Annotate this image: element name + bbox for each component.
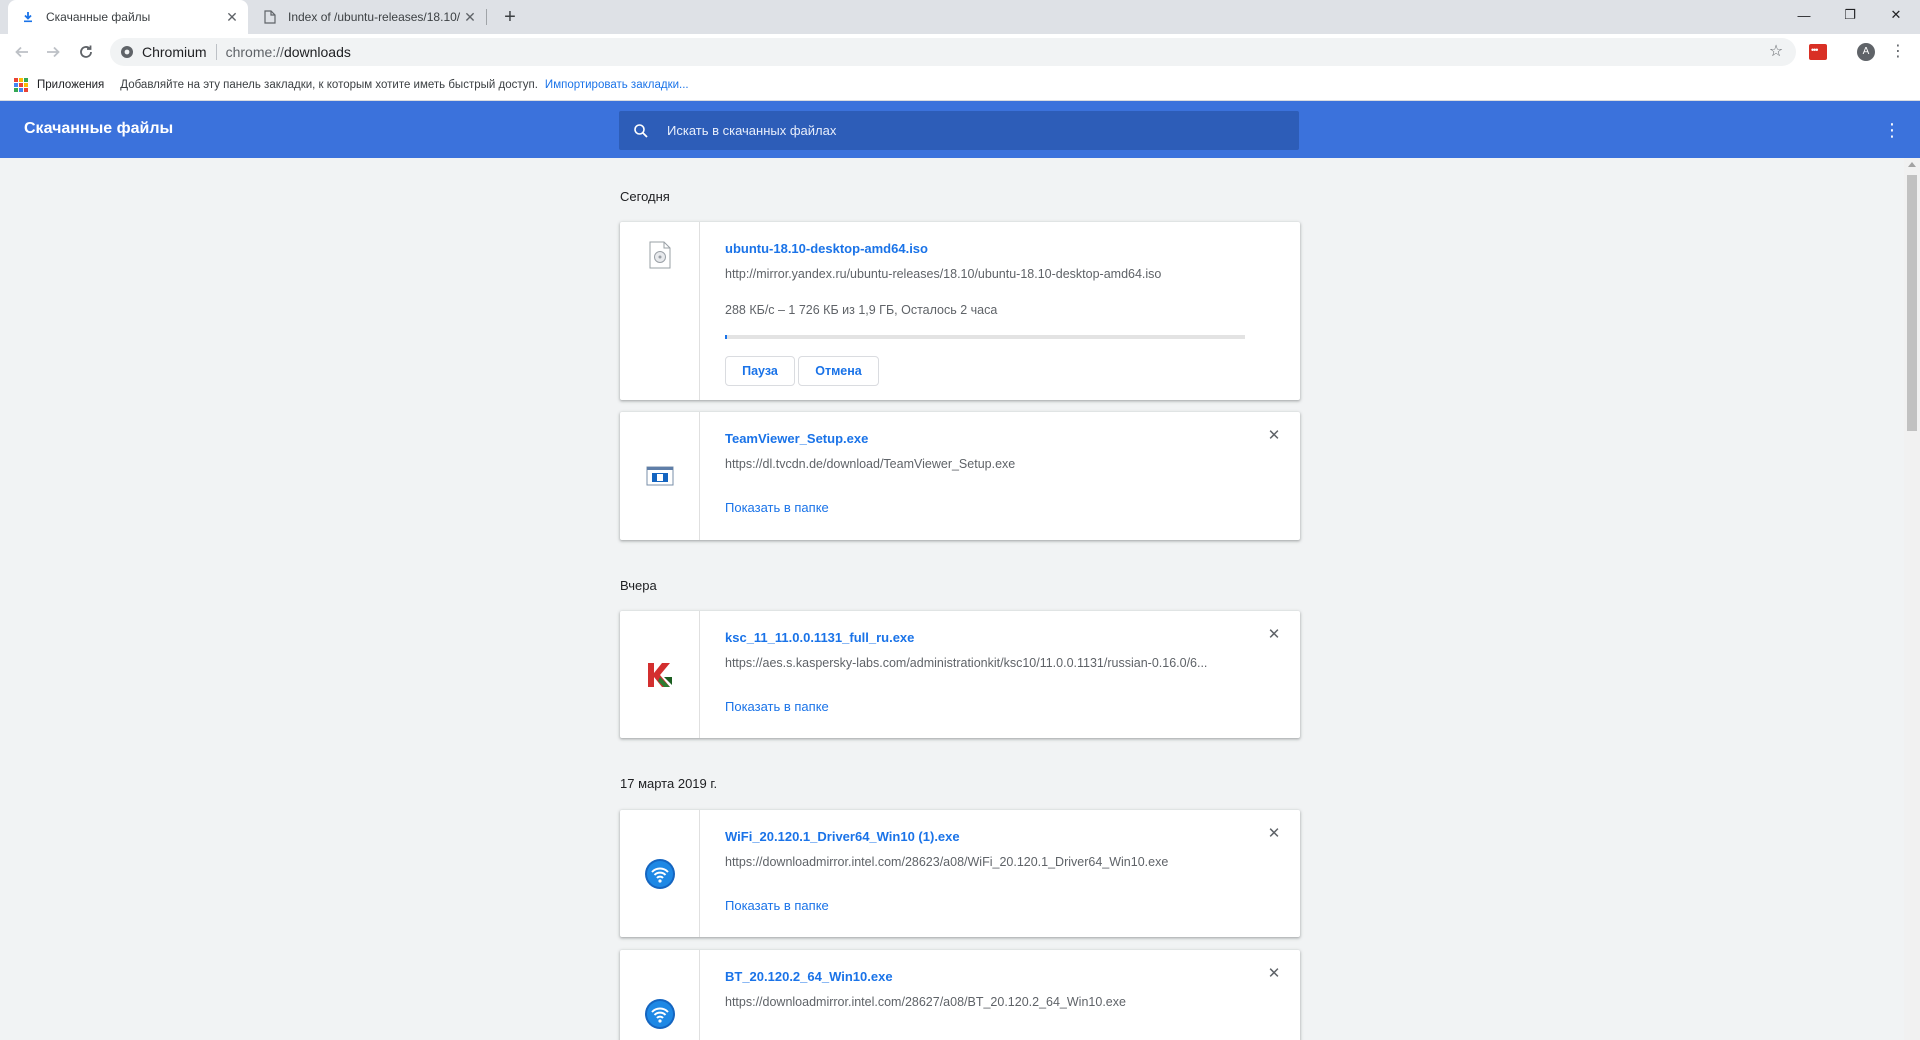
file-url-link[interactable]: https://dl.tvcdn.de/download/TeamViewer_…: [725, 457, 1245, 471]
remove-item-icon[interactable]: ✕: [1266, 966, 1282, 982]
file-name-link[interactable]: ubuntu-18.10-desktop-amd64.iso: [725, 241, 928, 256]
date-group-label: Сегодня: [620, 189, 670, 204]
tab-close-icon[interactable]: ✕: [224, 9, 240, 25]
download-status: 288 КБ/с – 1 726 КБ из 1,9 ГБ, Осталось …: [725, 303, 998, 317]
download-item: WiFi_20.120.1_Driver64_Win10 (1).exe htt…: [620, 810, 1300, 937]
show-in-folder-link[interactable]: Показать в папке: [725, 500, 829, 515]
site-info[interactable]: Chromium: [120, 44, 207, 60]
tab-downloads[interactable]: Скачанные файлы ✕: [8, 0, 248, 34]
new-tab-button[interactable]: +: [498, 5, 522, 29]
reload-button[interactable]: [74, 40, 98, 64]
download-item: ubuntu-18.10-desktop-amd64.iso http://mi…: [620, 222, 1300, 400]
tab-ubuntu-index[interactable]: Index of /ubuntu-releases/18.10/ ✕: [250, 0, 486, 34]
file-name-link[interactable]: TeamViewer_Setup.exe: [725, 431, 868, 446]
show-in-folder-link[interactable]: Показать в папке: [725, 699, 829, 714]
bookmarks-bar: Приложения Добавляйте на эту панель закл…: [0, 70, 1920, 101]
site-label: Chromium: [142, 44, 207, 60]
file-url-link[interactable]: http://mirror.yandex.ru/ubuntu-releases/…: [725, 267, 1245, 281]
cancel-button[interactable]: Отмена: [798, 356, 879, 386]
remove-item-icon[interactable]: ✕: [1266, 826, 1282, 842]
file-icon-column: [620, 950, 700, 1040]
downloads-header: Скачанные файлы ⋮: [0, 101, 1920, 158]
profile-avatar[interactable]: A: [1857, 43, 1875, 61]
installer-icon: [646, 466, 673, 486]
remove-item-icon[interactable]: ✕: [1266, 627, 1282, 643]
file-url-link[interactable]: https://downloadmirror.intel.com/28623/a…: [725, 855, 1245, 869]
tab-title: Скачанные файлы: [46, 10, 151, 24]
file-name-link[interactable]: ksc_11_11.0.0.1131_full_ru.exe: [725, 630, 914, 645]
date-group-label: 17 марта 2019 г.: [620, 776, 718, 791]
download-item: BT_20.120.2_64_Win10.exe https://downloa…: [620, 950, 1300, 1040]
forward-button[interactable]: [41, 40, 65, 64]
tab-title: Index of /ubuntu-releases/18.10/: [288, 10, 461, 24]
kaspersky-icon: [647, 662, 672, 687]
browser-menu-icon[interactable]: ⋮: [1888, 42, 1908, 62]
wifi-icon: [644, 858, 675, 889]
back-arrow-icon: [15, 46, 28, 58]
back-button[interactable]: [10, 40, 34, 64]
apps-bookmark[interactable]: Приложения: [37, 79, 104, 91]
search-icon: [634, 123, 648, 138]
file-name-link[interactable]: BT_20.120.2_64_Win10.exe: [725, 969, 893, 984]
search-input[interactable]: [667, 123, 1267, 138]
file-url-link[interactable]: https://downloadmirror.intel.com/28627/a…: [725, 995, 1245, 1009]
page-title: Скачанные файлы: [24, 120, 174, 137]
downloads-search[interactable]: [619, 111, 1299, 150]
url-scheme: chrome://: [225, 44, 284, 60]
tab-strip: Скачанные файлы ✕ Index of /ubuntu-relea…: [0, 0, 1920, 34]
chromium-logo-icon: [121, 46, 133, 58]
download-item: ksc_11_11.0.0.1131_full_ru.exe https://a…: [620, 611, 1300, 738]
browser-toolbar: Chromium chrome:// downloads ☆ A ⋮: [0, 34, 1920, 70]
import-bookmarks-link[interactable]: Импортировать закладки...: [545, 79, 689, 91]
maximize-button[interactable]: ❐: [1827, 0, 1873, 30]
scroll-up-arrow-icon[interactable]: [1908, 162, 1916, 167]
scroll-thumb[interactable]: [1907, 175, 1917, 431]
close-window-button[interactable]: ✕: [1873, 0, 1919, 30]
download-item: TeamViewer_Setup.exe https://dl.tvcdn.de…: [620, 412, 1300, 540]
date-group-label: Вчера: [620, 578, 657, 593]
extension-icon[interactable]: [1809, 44, 1827, 60]
wifi-icon: [644, 998, 675, 1029]
file-icon-column: [620, 611, 700, 738]
file-url-link[interactable]: https://aes.s.kaspersky-labs.com/adminis…: [725, 656, 1245, 670]
file-icon-column: [620, 412, 700, 540]
apps-grid-icon[interactable]: [14, 78, 28, 92]
reload-icon: [80, 45, 92, 58]
remove-item-icon[interactable]: ✕: [1266, 428, 1282, 444]
progress-fill: [725, 335, 727, 339]
forward-arrow-icon: [47, 46, 60, 58]
show-in-folder-link[interactable]: Показать в папке: [725, 898, 829, 913]
more-actions-icon[interactable]: ⋮: [1882, 119, 1902, 141]
pause-button[interactable]: Пауза: [725, 356, 795, 386]
address-bar[interactable]: Chromium chrome:// downloads ☆: [110, 38, 1796, 66]
file-name-link[interactable]: WiFi_20.120.1_Driver64_Win10 (1).exe: [725, 829, 960, 844]
page-scrollbar[interactable]: [1904, 158, 1920, 1040]
omnibox-separator: [215, 44, 217, 60]
download-progress-bar: [725, 335, 1245, 339]
disc-file-icon: [649, 241, 670, 269]
bookmarks-hint: Добавляйте на эту панель закладки, к кот…: [120, 79, 538, 91]
page-icon: [262, 9, 278, 25]
file-icon-column: [620, 222, 700, 400]
bookmark-star-icon[interactable]: ☆: [1766, 42, 1786, 62]
tab-separator: [486, 9, 487, 25]
minimize-button[interactable]: —: [1781, 0, 1827, 30]
file-icon-column: [620, 810, 700, 937]
download-icon: [20, 9, 36, 25]
downloads-list: Сегодня ubuntu-18.10-desktop-amd64.iso h…: [0, 158, 1904, 1040]
url-path: downloads: [283, 44, 351, 60]
tab-close-icon[interactable]: ✕: [462, 9, 478, 25]
